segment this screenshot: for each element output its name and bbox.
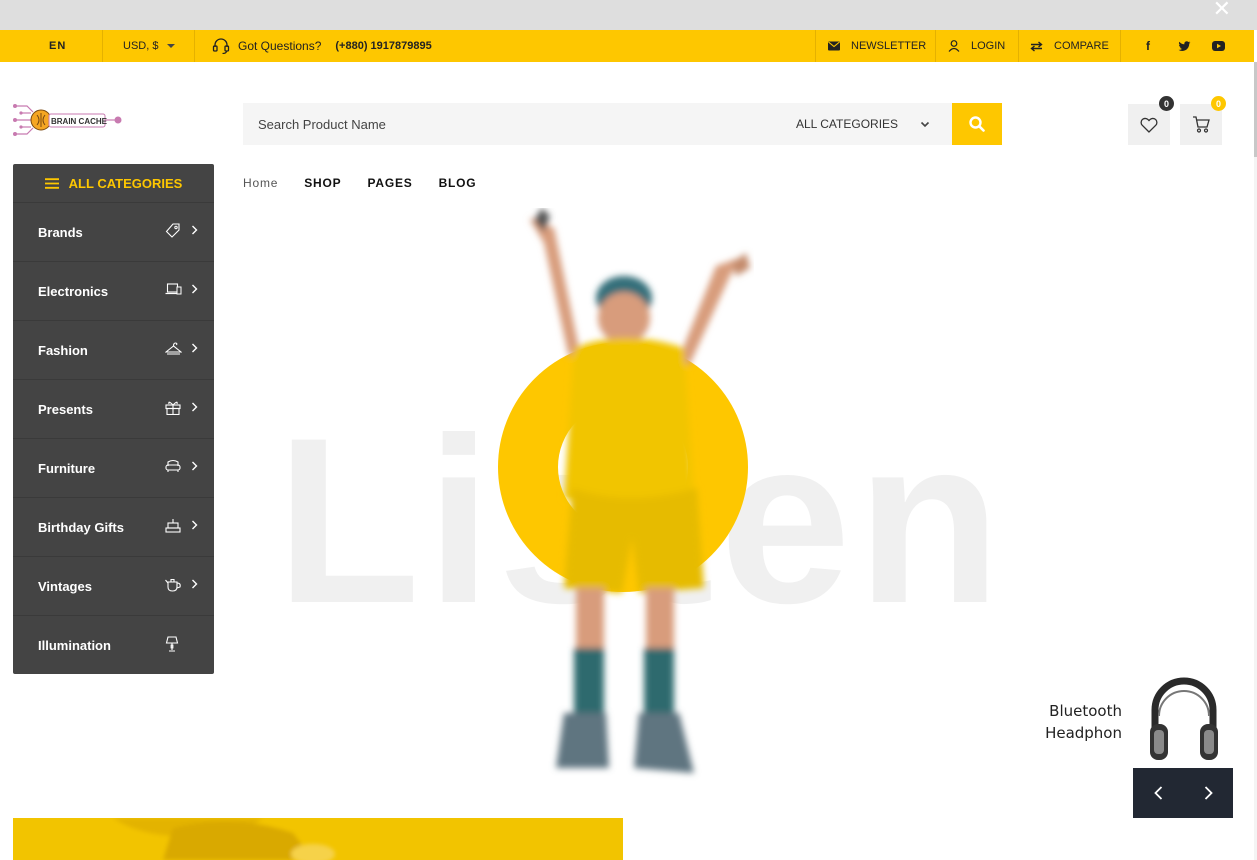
compare-link[interactable]: COMPARE bbox=[1030, 30, 1109, 62]
nav-home[interactable]: Home bbox=[243, 176, 278, 192]
support-phone[interactable]: (+880) 1917879895 bbox=[335, 40, 431, 52]
sidebar-item-electronics[interactable]: Electronics bbox=[13, 261, 214, 320]
facebook-icon[interactable]: f bbox=[1146, 30, 1150, 62]
nav-shop[interactable]: SHOP bbox=[304, 176, 341, 192]
chevron-right-icon bbox=[192, 343, 198, 353]
compare-arrows-icon bbox=[1030, 40, 1043, 52]
sidebar-item-label: Furniture bbox=[38, 460, 96, 476]
currency-label: USD, $ bbox=[123, 40, 159, 52]
sidebar-item-label: Illumination bbox=[38, 637, 111, 653]
headset-icon bbox=[212, 38, 230, 54]
chevron-right-icon bbox=[1204, 786, 1213, 800]
heart-icon bbox=[1140, 117, 1158, 133]
page: ✕ EN USD, $ Got Questions? (+880) 191787… bbox=[0, 0, 1257, 860]
sidebar-item-label: Electronics bbox=[38, 283, 109, 299]
sidebar-item-presents[interactable]: Presents bbox=[13, 379, 214, 438]
sidebar-item-brands[interactable]: Brands bbox=[13, 202, 214, 261]
slider-prev-button[interactable] bbox=[1133, 768, 1183, 818]
wishlist-count-badge: 0 bbox=[1159, 96, 1174, 111]
sofa-icon bbox=[165, 459, 181, 472]
category-select-label: ALL CATEGORIES bbox=[796, 117, 899, 131]
newsletter-label: NEWSLETTER bbox=[851, 40, 927, 52]
sidebar-item-label: Brands bbox=[38, 224, 83, 240]
notice-bar: ✕ bbox=[0, 0, 1257, 30]
search-button[interactable] bbox=[952, 103, 1002, 145]
sidebar-item-fashion[interactable]: Fashion bbox=[13, 320, 214, 379]
wishlist-button[interactable]: 0 bbox=[1128, 96, 1174, 145]
sidebar-item-furniture[interactable]: Furniture bbox=[13, 438, 214, 497]
divider bbox=[815, 30, 816, 62]
nav-pages[interactable]: PAGES bbox=[367, 176, 412, 192]
hero-person-image bbox=[529, 208, 750, 773]
gift-icon bbox=[165, 401, 181, 415]
chevron-right-icon bbox=[192, 520, 198, 530]
chevron-right-icon bbox=[192, 225, 198, 235]
support-question: Got Questions? bbox=[238, 39, 322, 53]
cart-button[interactable]: 0 bbox=[1180, 96, 1226, 145]
teapot-icon bbox=[165, 578, 181, 592]
slider-controls bbox=[1133, 768, 1233, 818]
chevron-left-icon bbox=[1153, 786, 1162, 800]
twitter-icon[interactable] bbox=[1178, 30, 1191, 62]
sidebar-item-label: Presents bbox=[38, 401, 93, 417]
youtube-icon[interactable] bbox=[1212, 30, 1225, 62]
login-label: LOGIN bbox=[971, 40, 1006, 52]
tag-icon bbox=[165, 223, 180, 238]
divider bbox=[1120, 30, 1121, 62]
lamp-icon bbox=[165, 636, 179, 652]
login-link[interactable]: LOGIN bbox=[948, 30, 1005, 62]
search-icon bbox=[969, 116, 985, 132]
featured-product-name[interactable]: Bluetooth Headphon bbox=[1030, 700, 1122, 744]
sidebar-item-label: Birthday Gifts bbox=[38, 519, 124, 535]
sidebar-item-vintages[interactable]: Vintages bbox=[13, 556, 214, 615]
promo-banner[interactable] bbox=[13, 818, 623, 860]
hanger-icon bbox=[165, 342, 182, 355]
chevron-right-icon bbox=[192, 402, 198, 412]
chevron-right-icon bbox=[192, 461, 198, 471]
category-select[interactable]: ALL CATEGORIES bbox=[796, 103, 930, 145]
cake-icon bbox=[165, 519, 181, 533]
all-categories-toggle[interactable]: ALL CATEGORIES bbox=[13, 164, 214, 202]
newsletter-link[interactable]: NEWSLETTER bbox=[828, 30, 926, 62]
divider bbox=[935, 30, 936, 62]
slider-next-button[interactable] bbox=[1183, 768, 1233, 818]
currency-select[interactable]: USD, $ bbox=[123, 30, 176, 62]
promo-banner-image bbox=[113, 818, 335, 860]
divider bbox=[102, 30, 103, 62]
search-bar: ALL CATEGORIES bbox=[243, 103, 952, 145]
all-categories-label: ALL CATEGORIES bbox=[68, 175, 183, 191]
sidebar-item-birthday-gifts[interactable]: Birthday Gifts bbox=[13, 497, 214, 556]
compare-label: COMPARE bbox=[1054, 40, 1109, 52]
divider bbox=[1018, 30, 1019, 62]
search-input[interactable] bbox=[243, 103, 773, 145]
top-bar: EN USD, $ Got Questions? (+880) 19178798… bbox=[0, 30, 1254, 62]
cart-count-badge: 0 bbox=[1211, 96, 1226, 111]
divider bbox=[194, 30, 195, 62]
language-select[interactable]: EN bbox=[49, 30, 66, 62]
cart-icon bbox=[1193, 116, 1210, 133]
brand-logo[interactable]: BRAIN CACHE bbox=[13, 98, 125, 142]
category-sidebar: ALL CATEGORIES Brands Electronics Fashio… bbox=[13, 164, 214, 674]
envelope-icon bbox=[828, 41, 840, 51]
support-info: Got Questions? (+880) 1917879895 bbox=[212, 30, 432, 62]
chevron-right-icon bbox=[192, 284, 198, 294]
logo-text: BRAIN CACHE bbox=[51, 117, 108, 126]
laptop-icon bbox=[165, 283, 182, 295]
nav-blog[interactable]: BLOG bbox=[439, 176, 477, 192]
close-icon[interactable]: ✕ bbox=[1213, 0, 1231, 21]
sidebar-item-illumination[interactable]: Illumination bbox=[13, 615, 214, 674]
chevron-right-icon bbox=[192, 579, 198, 589]
menu-icon bbox=[44, 177, 59, 189]
headphone-thumbnail[interactable] bbox=[1145, 670, 1223, 766]
user-icon bbox=[948, 40, 960, 52]
chevron-down-icon bbox=[920, 121, 930, 127]
sidebar-item-label: Vintages bbox=[38, 578, 92, 594]
sidebar-item-label: Fashion bbox=[38, 342, 88, 358]
main-nav: Home SHOP PAGES BLOG bbox=[243, 176, 502, 192]
caret-down-icon bbox=[167, 44, 176, 48]
